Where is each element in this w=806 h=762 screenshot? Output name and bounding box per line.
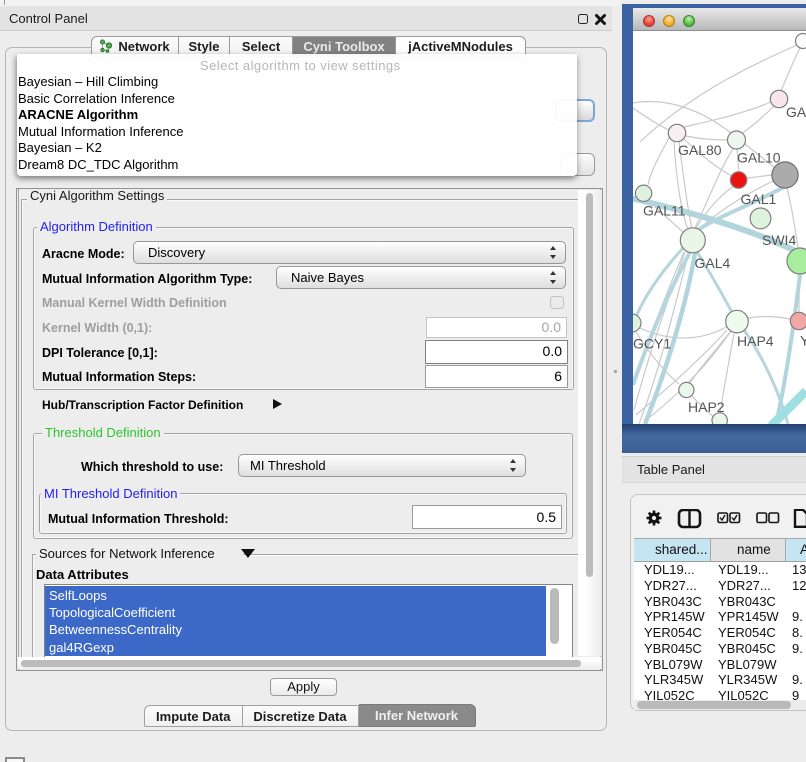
svg-text:GAL11: GAL11 bbox=[643, 203, 686, 219]
svg-text:GAL7: GAL7 bbox=[786, 104, 806, 120]
svg-text:GCY1: GCY1 bbox=[633, 336, 671, 352]
svg-text:HAP2: HAP2 bbox=[688, 399, 725, 415]
svg-text:SWI4: SWI4 bbox=[762, 232, 796, 248]
svg-text:GAL10: GAL10 bbox=[737, 150, 781, 166]
svg-text:HAP4: HAP4 bbox=[737, 333, 774, 349]
svg-text:GAL4: GAL4 bbox=[695, 255, 731, 271]
svg-text:GAL80: GAL80 bbox=[678, 142, 722, 158]
svg-text:GAL1: GAL1 bbox=[741, 191, 777, 207]
svg-text:Y: Y bbox=[800, 333, 806, 349]
